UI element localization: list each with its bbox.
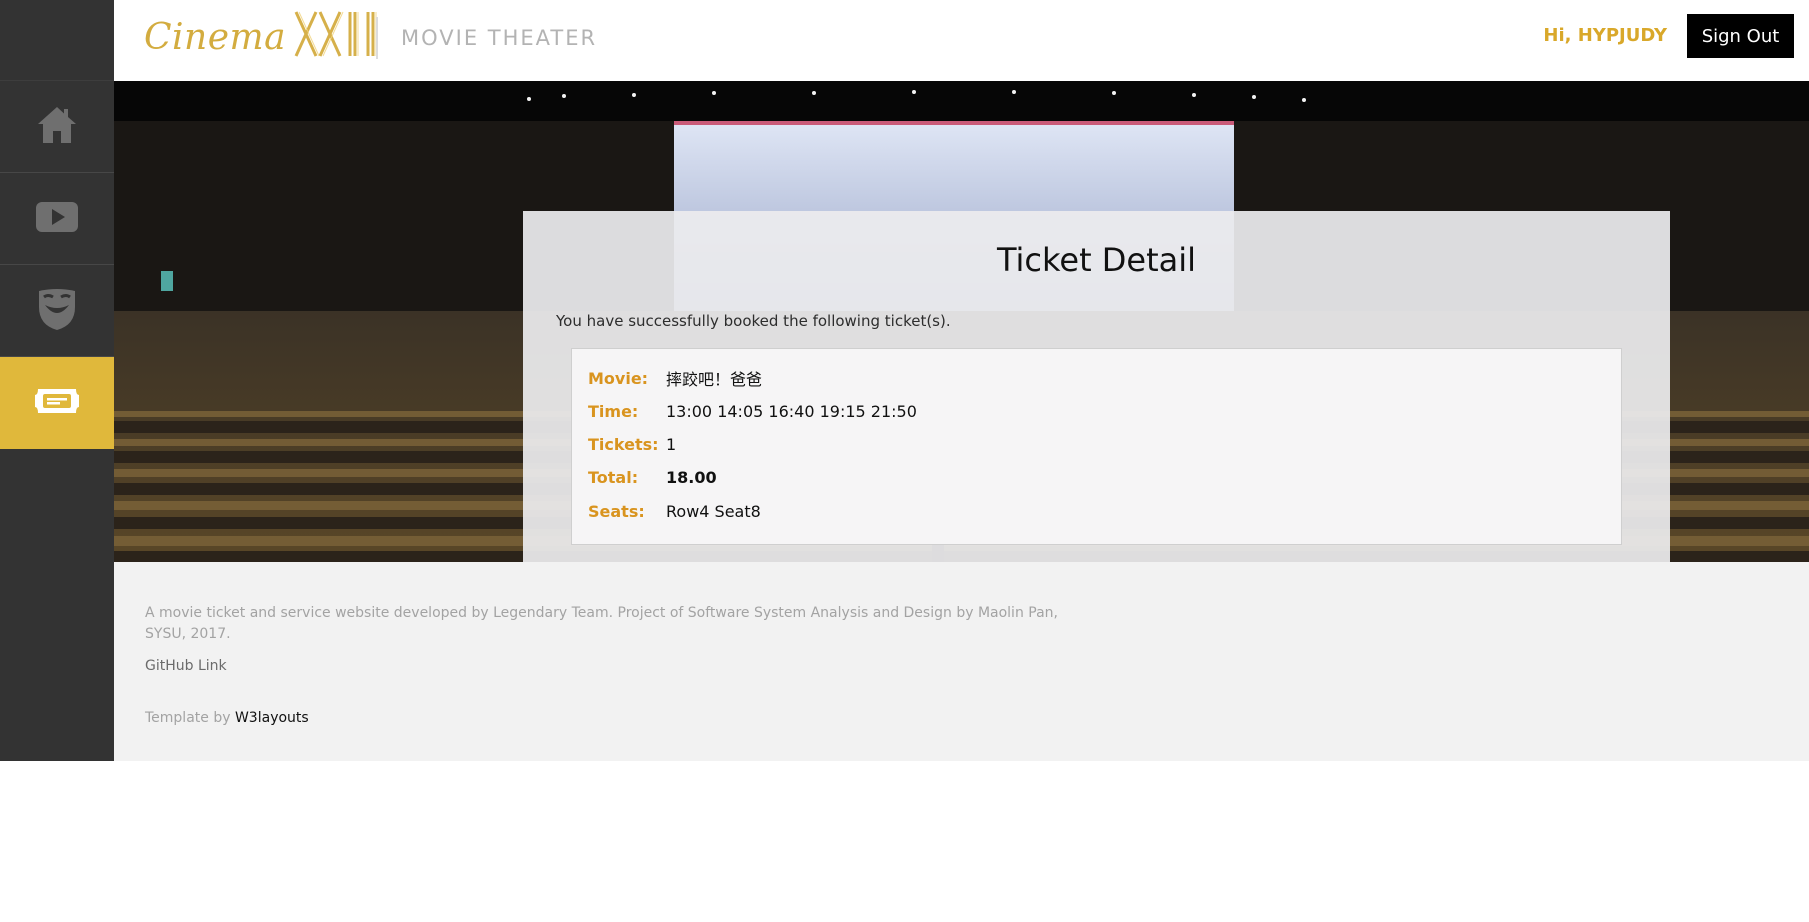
detail-value-tickets: 1 — [666, 434, 677, 454]
sidebar-item-theater[interactable] — [0, 265, 114, 357]
hero-banner: Ticket Detail You have successfully book… — [114, 81, 1809, 562]
brand-logo[interactable]: Cinema — [144, 10, 384, 64]
detail-label: Movie: — [588, 368, 649, 388]
detail-value-time: 13:00 14:05 16:40 19:15 21:50 — [666, 401, 917, 421]
logo-numeral — [292, 8, 384, 66]
booking-success-message: You have successfully booked the followi… — [556, 312, 951, 330]
detail-label: Seats: — [588, 501, 645, 521]
detail-row-time: Time: 13:00 14:05 16:40 19:15 21:50 — [588, 399, 917, 423]
footer-template-credit: Template by W3layouts — [145, 710, 309, 726]
template-prefix: Template by — [145, 710, 231, 726]
sidebar-top — [0, 0, 114, 81]
sign-out-button[interactable]: Sign Out — [1687, 14, 1794, 58]
page-title: Ticket Detail — [996, 241, 1197, 279]
play-icon — [35, 200, 79, 238]
w3layouts-link[interactable]: W3layouts — [235, 710, 309, 726]
detail-value-total: 18.00 — [666, 467, 717, 487]
sidebar-item-tickets[interactable] — [0, 357, 114, 449]
user-greeting: Hi, HYPJUDY — [1543, 25, 1667, 46]
detail-value-movie: 摔跤吧！爸爸 — [666, 370, 763, 389]
detail-row-seats: Seats: Row4 Seat8 — [588, 499, 761, 523]
footer-about-text: A movie ticket and service website devel… — [145, 605, 1058, 642]
detail-row-tickets: Tickets: 1 — [588, 432, 676, 456]
home-icon — [35, 103, 79, 151]
detail-label: Time: — [588, 401, 639, 421]
top-header: Cinema MOVIE THEATER Hi, HYPJUDY Sign Ou… — [114, 0, 1809, 81]
sidebar-item-home[interactable] — [0, 81, 114, 173]
detail-value-seats: Row4 Seat8 — [666, 501, 761, 521]
sidebar-item-movies[interactable] — [0, 173, 114, 265]
mask-icon — [36, 287, 78, 335]
github-link[interactable]: GitHub Link — [145, 658, 227, 674]
site-tagline: MOVIE THEATER — [401, 26, 598, 50]
ticket-detail-box: Movie: 摔跤吧！爸爸 Time: 13:00 14:05 16:40 19… — [571, 348, 1622, 545]
ticket-icon — [34, 386, 80, 420]
detail-label: Total: — [588, 467, 639, 487]
site-footer: A movie ticket and service website devel… — [114, 562, 1809, 761]
detail-label: Tickets: — [588, 434, 659, 454]
detail-row-movie: Movie: 摔跤吧！爸爸 — [588, 366, 762, 390]
sidebar — [0, 0, 114, 761]
logo-text: Cinema — [144, 16, 287, 58]
ticket-detail-card: Ticket Detail You have successfully book… — [523, 211, 1670, 562]
detail-row-total: Total: 18.00 — [588, 465, 717, 489]
logo-divider — [376, 17, 378, 59]
